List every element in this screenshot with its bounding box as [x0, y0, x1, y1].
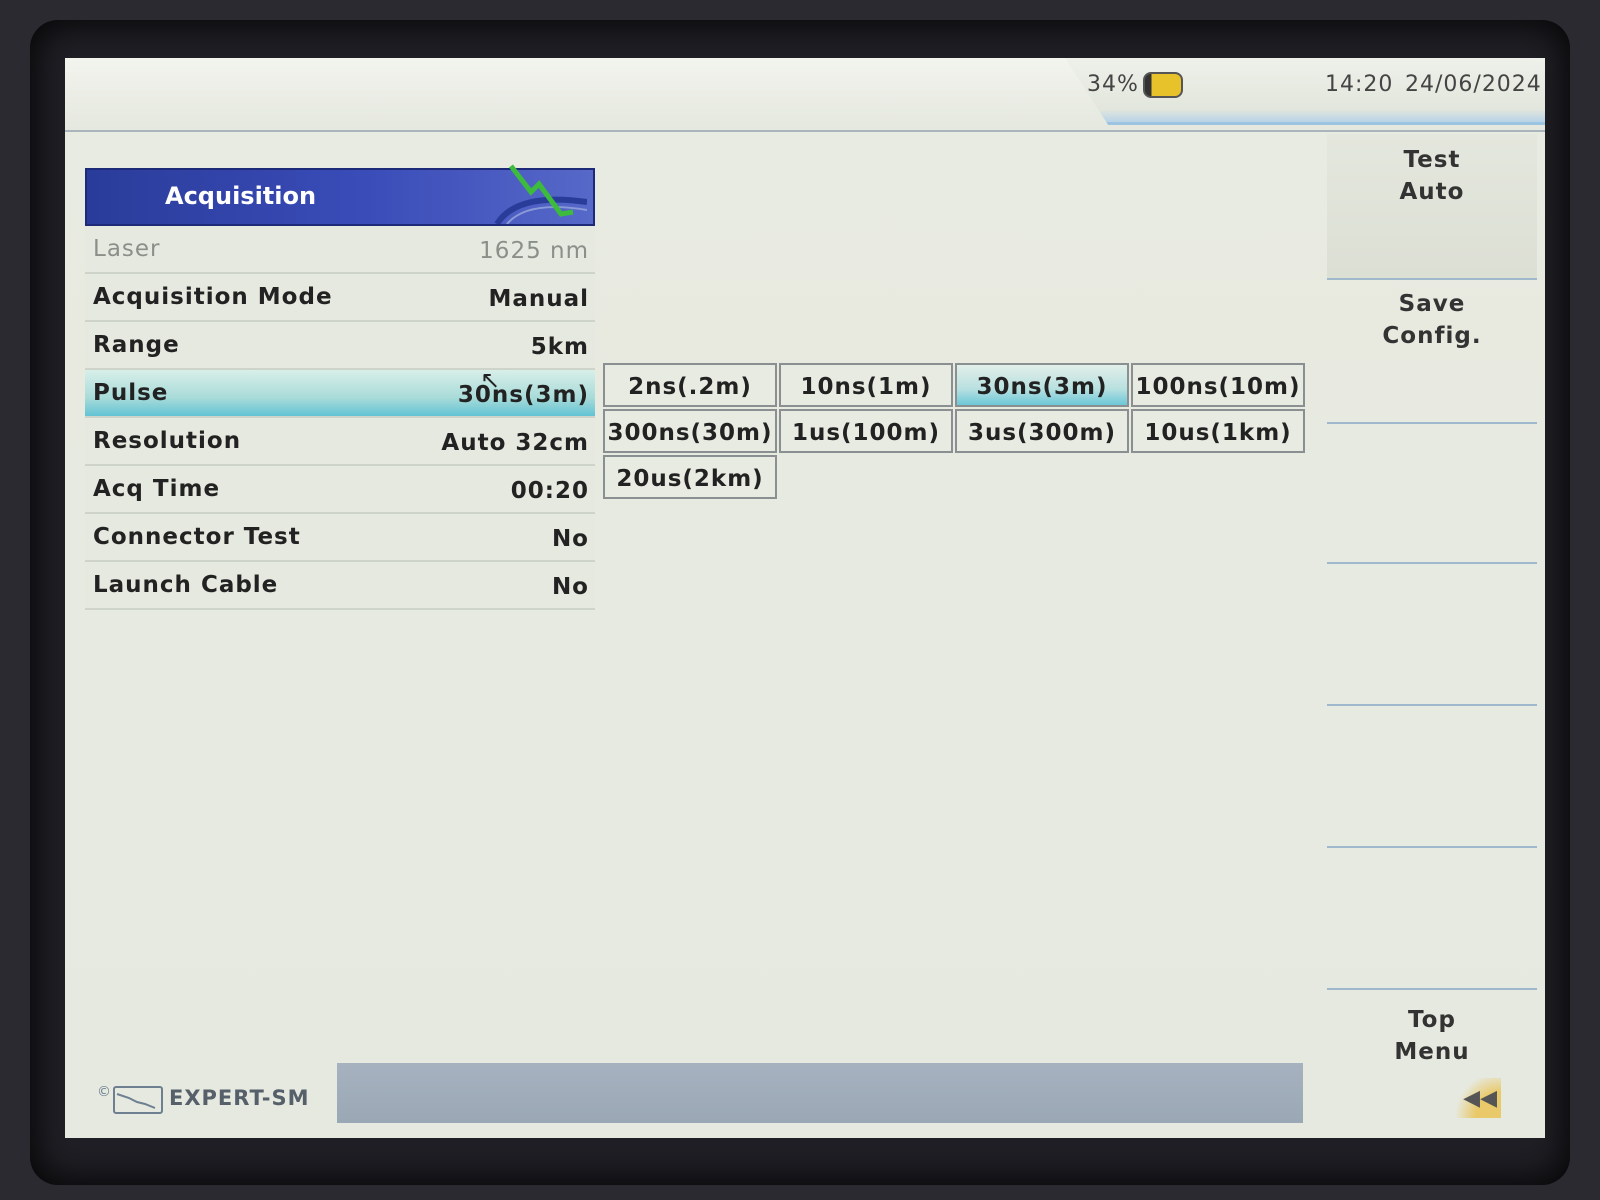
row-label: Acquisition Mode: [93, 284, 333, 310]
row-value: 30ns(3m): [457, 382, 589, 408]
trace-mode-icon: [113, 1086, 163, 1114]
softkey-empty-3[interactable]: [1327, 424, 1537, 564]
row-label: Pulse: [93, 380, 169, 406]
copyright-icon: ©: [97, 1084, 111, 1100]
save-config-button[interactable]: Save Config.: [1327, 280, 1537, 424]
softkey-empty-4[interactable]: [1327, 566, 1537, 706]
date: 24/06/2024: [1405, 72, 1542, 97]
softkey-label: Test: [1403, 147, 1461, 173]
softkey-label: Menu: [1394, 1039, 1470, 1065]
pulse-option[interactable]: 10ns(1m): [779, 363, 953, 407]
row-value: 5km: [530, 334, 589, 360]
screen: 34% 14:20 24/06/2024 Acquisition Laser 1…: [65, 58, 1545, 1138]
row-value: Auto 32cm: [441, 430, 589, 456]
mode-label: EXPERT-SM: [169, 1086, 310, 1110]
row-label: Resolution: [93, 428, 242, 454]
row-label: Launch Cable: [93, 572, 279, 598]
top-menu-button[interactable]: Top Menu: [1327, 994, 1537, 1138]
pulse-option[interactable]: 3us(300m): [955, 409, 1129, 453]
row-value: 00:20: [510, 478, 589, 504]
row-connector-test[interactable]: Connector Test No: [85, 514, 595, 562]
softkey-label: Auto: [1399, 179, 1465, 205]
battery-percent: 34%: [1087, 72, 1139, 97]
row-label: Acq Time: [93, 476, 221, 502]
row-value: 1625 nm: [479, 238, 589, 264]
softkey-empty-5[interactable]: [1327, 708, 1537, 848]
battery-icon: [1143, 72, 1183, 98]
row-value: Manual: [488, 286, 589, 312]
panel-header: Acquisition: [85, 164, 595, 226]
row-acq-time[interactable]: Acq Time 00:20: [85, 466, 595, 514]
softkey-label: Config.: [1382, 323, 1482, 349]
back-arrow-icon[interactable]: ◀◀: [1451, 1078, 1501, 1118]
softkey-label: Save: [1398, 291, 1466, 317]
row-resolution[interactable]: Resolution Auto 32cm: [85, 418, 595, 466]
pulse-option-selected[interactable]: 30ns(3m): [955, 363, 1129, 407]
row-launch-cable[interactable]: Launch Cable No: [85, 562, 595, 610]
pulse-option[interactable]: 2ns(.2m): [603, 363, 777, 407]
row-pulse[interactable]: Pulse 30ns(3m): [85, 370, 595, 418]
pulse-option[interactable]: 100ns(10m): [1131, 363, 1305, 407]
softkey-empty-6[interactable]: [1327, 850, 1537, 990]
mode-indicator: © EXPERT-SM: [95, 1078, 335, 1118]
test-auto-button[interactable]: Test Auto: [1327, 134, 1537, 280]
pulse-option[interactable]: 20us(2km): [603, 455, 777, 499]
row-laser: Laser 1625 nm: [85, 226, 595, 274]
acquisition-panel: Acquisition Laser 1625 nm Acquisition Mo…: [85, 164, 595, 610]
mouse-cursor-icon: ↖: [480, 366, 501, 394]
row-range[interactable]: Range 5km: [85, 322, 595, 370]
softkey-column: Test Auto Save Config. Top Menu: [1327, 134, 1545, 1138]
trace-graph-icon: [494, 164, 587, 224]
row-label: Connector Test: [93, 524, 301, 550]
row-label: Laser: [93, 236, 161, 262]
pulse-option[interactable]: 1us(100m): [779, 409, 953, 453]
softkey-label: Top: [1408, 1007, 1456, 1033]
status-bar: 34% 14:20 24/06/2024: [65, 58, 1545, 132]
message-bar: [337, 1063, 1303, 1123]
pulse-option[interactable]: 10us(1km): [1131, 409, 1305, 453]
pulse-option[interactable]: 300ns(30m): [603, 409, 777, 453]
row-value: No: [551, 574, 589, 600]
clock: 14:20: [1325, 72, 1394, 97]
row-acquisition-mode[interactable]: Acquisition Mode Manual: [85, 274, 595, 322]
row-value: No: [551, 526, 589, 552]
row-label: Range: [93, 332, 180, 358]
panel-title: Acquisition: [165, 182, 317, 210]
